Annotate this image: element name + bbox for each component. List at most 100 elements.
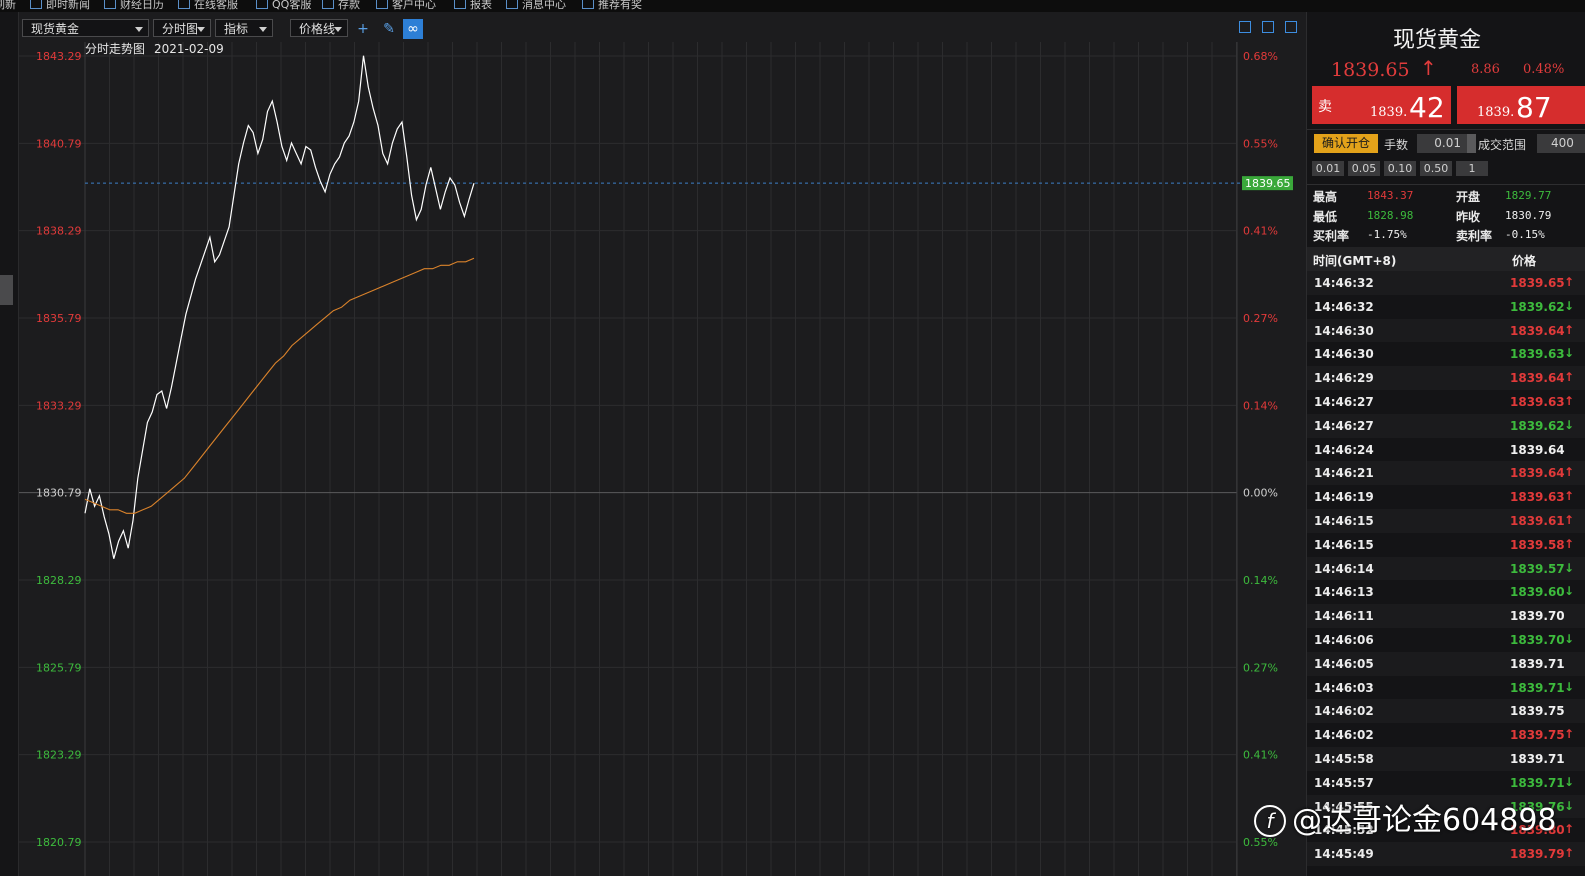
- chart-title: 分时走势图: [85, 42, 145, 56]
- symbol-select[interactable]: 现货黄金: [22, 19, 149, 37]
- globe-icon: [376, 0, 388, 9]
- arrow-down-icon: ↓: [1564, 584, 1575, 599]
- tick-row: 14:46:30 1839.63 ↓: [1307, 342, 1585, 367]
- quick-lot-button[interactable]: 0.05: [1348, 161, 1380, 176]
- lots-input[interactable]: 0.01: [1417, 134, 1467, 153]
- quick-lot-button[interactable]: 1: [1456, 161, 1488, 176]
- arrow-up-icon: ↑: [1564, 370, 1575, 385]
- tick-price: 1839.71: [1510, 656, 1565, 671]
- y-tick-label-right: 0.55%: [1243, 137, 1278, 150]
- panel-left-icon[interactable]: [1239, 21, 1251, 33]
- menu-item[interactable]: QQ客服: [256, 0, 311, 12]
- tick-price: 1839.75: [1510, 728, 1565, 743]
- menu-item-label: 存款: [338, 0, 360, 11]
- menu-item[interactable]: 推荐有奖: [582, 0, 642, 12]
- panel-right-icon[interactable]: [1262, 21, 1274, 33]
- buy-button[interactable]: 1839. 87: [1457, 86, 1585, 124]
- tick-time: 14:46:15: [1314, 513, 1374, 528]
- sell-rate-label: 卖利率: [1456, 229, 1493, 243]
- buy-rate-value: -1.75%: [1367, 228, 1407, 241]
- menu-item[interactable]: 即时新闻: [30, 0, 90, 12]
- open-value: 1829.77: [1505, 189, 1552, 202]
- period-select-value: 分时图: [162, 22, 199, 36]
- confirm-open-button[interactable]: 确认开仓: [1314, 134, 1378, 153]
- tick-price: 1839.64: [1510, 371, 1565, 386]
- tick-row: 14:45:57 1839.71 ↓: [1307, 770, 1585, 795]
- sell-price-prefix: 1839.: [1370, 105, 1408, 120]
- left-collapse-strip: [0, 12, 19, 876]
- menu-item[interactable]: 消息中心: [506, 0, 566, 12]
- arrow-up-icon: ↑: [1564, 322, 1575, 337]
- tick-price: 1839.60: [1510, 585, 1565, 600]
- quick-lot-button[interactable]: 0.01: [1312, 161, 1344, 176]
- tick-row: 14:46:02 1839.75 ↑: [1307, 723, 1585, 747]
- menu-item-label: 消息中心: [522, 0, 566, 11]
- low-value: 1828.98: [1367, 209, 1414, 222]
- price-change: 8.86: [1471, 62, 1500, 77]
- tick-time: 14:46:03: [1314, 680, 1374, 695]
- tick-time: 14:46:06: [1314, 632, 1374, 647]
- expand-icon[interactable]: [1285, 21, 1297, 33]
- tick-time: 14:46:13: [1314, 585, 1374, 600]
- arrow-up-icon: ↑: [1564, 489, 1575, 504]
- menu-item-label: QQ客服: [272, 0, 312, 11]
- chevron-down-icon: [197, 27, 205, 32]
- sell-button[interactable]: 卖 1839. 42: [1312, 86, 1451, 124]
- tick-time: 14:45:49: [1314, 847, 1374, 862]
- arrow-down-icon: ↓: [1564, 679, 1575, 694]
- y-tick-label-left: 1835.79: [36, 312, 82, 325]
- current-price-tag-label: 1839.65: [1245, 177, 1291, 190]
- tick-row: 14:46:27 1839.63 ↑: [1307, 389, 1585, 414]
- lots-stepper[interactable]: [1467, 134, 1476, 153]
- tick-price: 1839.63: [1510, 347, 1565, 362]
- crosshair-icon[interactable]: +: [353, 19, 373, 39]
- range-input[interactable]: 400: [1537, 134, 1585, 153]
- high-label: 最高: [1313, 190, 1338, 204]
- quick-lot-button[interactable]: 0.10: [1384, 161, 1416, 176]
- menu-item[interactable]: 在线客服: [178, 0, 238, 12]
- intraday-chart[interactable]: 1843.29 0.68% 1840.79 0.55% 1838.29 0.41% 1835…: [19, 42, 1306, 876]
- share-icon: [582, 0, 594, 9]
- menu-item-label: 财经日历: [120, 0, 164, 11]
- y-tick-label-left: 1820.79: [36, 836, 82, 849]
- tick-list[interactable]: 14:46:32 1839.65 ↑ 14:46:32 1839.62 ↓ 14:46:30…: [1307, 271, 1585, 866]
- quick-lot-button[interactable]: 0.50: [1420, 161, 1452, 176]
- menu-item[interactable]: 财经日历: [104, 0, 164, 12]
- indicator-select[interactable]: 指标: [215, 19, 273, 37]
- line-mode-select[interactable]: 价格线: [290, 19, 348, 37]
- tick-row: 14:46:06 1839.70 ↓: [1307, 627, 1585, 652]
- y-tick-label-right: 0.14%: [1243, 574, 1278, 587]
- collapse-handle[interactable]: [0, 275, 13, 305]
- line-mode-select-value: 价格线: [299, 22, 336, 36]
- menu-item[interactable]: 刷新: [0, 0, 16, 12]
- y-tick-label-left: 1830.79: [36, 487, 82, 500]
- tick-time: 14:46:11: [1314, 609, 1374, 624]
- y-tick-label-right: 0.41%: [1243, 749, 1278, 762]
- menu-item-label: 客户中心: [392, 0, 436, 11]
- menu-item[interactable]: 存款: [322, 0, 360, 12]
- tick-price: 1839.63: [1510, 490, 1565, 505]
- arrow-down-icon: ↓: [1564, 298, 1575, 313]
- link-icon[interactable]: ∞: [403, 19, 423, 39]
- tick-row: 14:45:49 1839.79 ↑: [1307, 842, 1585, 866]
- y-tick-label-right: 0.00%: [1243, 487, 1278, 500]
- pencil-icon[interactable]: ✎: [379, 19, 399, 39]
- tick-row: 14:46:14 1839.57 ↓: [1307, 556, 1585, 581]
- tick-header-price: 价格: [1512, 254, 1537, 268]
- tick-price: 1839.62: [1510, 418, 1565, 433]
- period-select[interactable]: 分时图: [153, 19, 211, 37]
- tick-price: 1839.71: [1510, 751, 1565, 766]
- arrow-up-icon: ↑: [1564, 393, 1575, 408]
- watermark-text: @达哥论金604898: [1292, 803, 1557, 838]
- message-icon: [506, 0, 518, 9]
- tick-price: 1839.79: [1510, 847, 1565, 862]
- arrow-down-icon: ↓: [1564, 774, 1575, 789]
- tick-time: 14:46:29: [1314, 371, 1374, 386]
- arrow-up-icon: ↑: [1564, 512, 1575, 527]
- tick-time: 14:45:58: [1314, 751, 1374, 766]
- menu-item[interactable]: 客户中心: [376, 0, 436, 12]
- tick-time: 14:46:02: [1314, 704, 1374, 719]
- menu-item-label: 刷新: [0, 0, 16, 11]
- tick-price: 1839.63: [1510, 394, 1565, 409]
- menu-item[interactable]: 报表: [454, 0, 492, 12]
